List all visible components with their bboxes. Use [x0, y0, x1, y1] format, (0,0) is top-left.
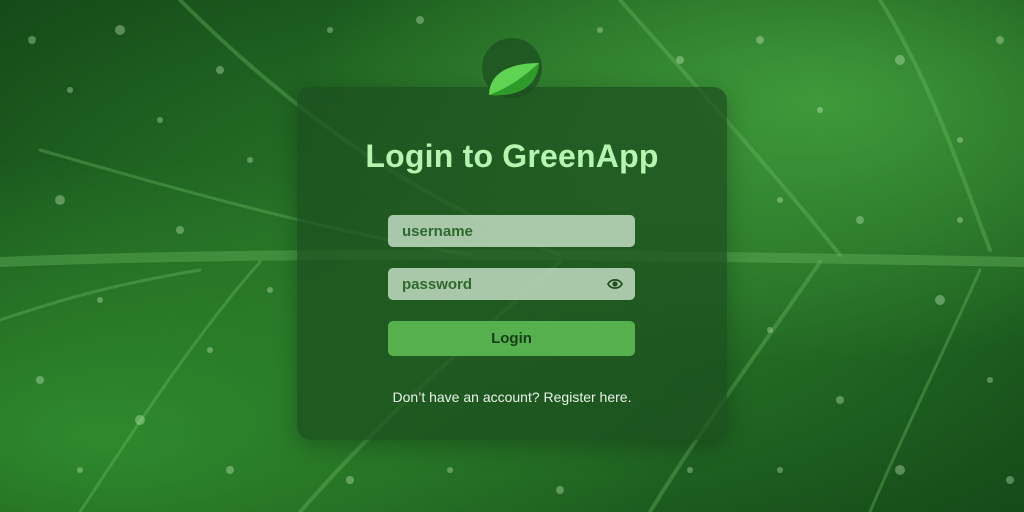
app-logo	[482, 38, 542, 98]
username-input[interactable]	[388, 215, 635, 247]
register-prompt: Don’t have an account? Register here.	[297, 389, 727, 405]
register-prompt-text: Don’t have an account?	[392, 389, 540, 405]
eye-icon[interactable]	[607, 277, 623, 291]
register-link[interactable]: Register here.	[544, 389, 632, 405]
login-button[interactable]: Login	[388, 321, 635, 356]
password-field[interactable]	[388, 268, 635, 300]
username-field[interactable]	[388, 215, 635, 247]
page-title: Login to GreenApp	[365, 138, 659, 174]
password-input[interactable]	[388, 268, 635, 300]
leaf-icon	[489, 63, 539, 96]
